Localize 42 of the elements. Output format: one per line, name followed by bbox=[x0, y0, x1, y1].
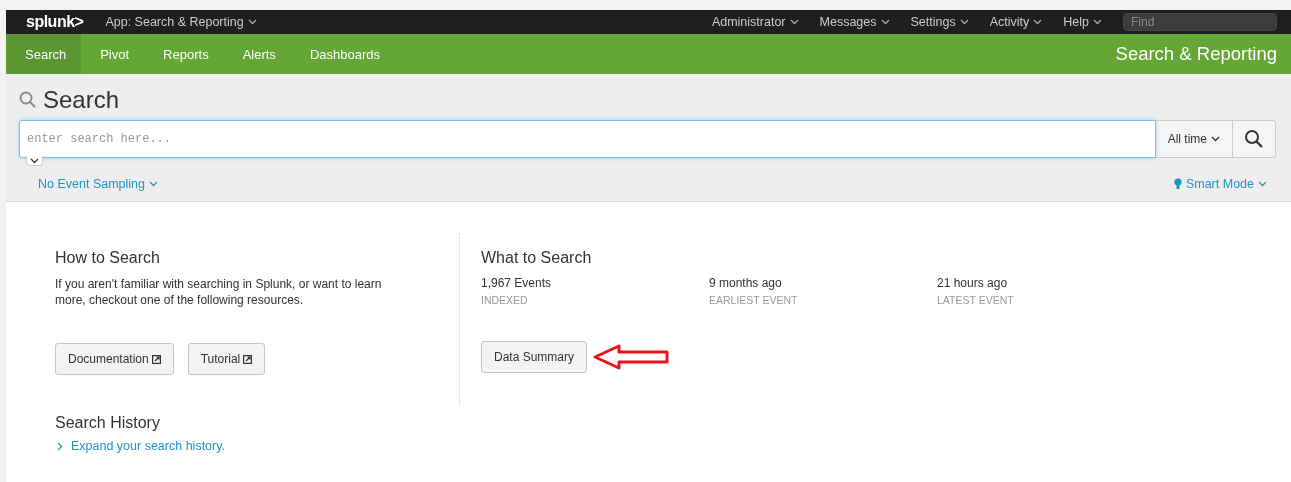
caret-icon bbox=[959, 19, 969, 25]
time-range-picker[interactable]: All time bbox=[1155, 120, 1233, 158]
history-link[interactable]: Expand your search history. bbox=[71, 439, 225, 453]
help-text: If you aren't familiar with searching in Splunk, or want to learn more, checkout one of the following resources. bbox=[55, 276, 383, 308]
search-field[interactable]: enter search here... bbox=[19, 120, 1156, 158]
page-title: Search bbox=[43, 86, 120, 114]
caret-icon bbox=[149, 181, 158, 187]
nav-tab[interactable]: Search bbox=[6, 34, 82, 74]
caret-icon bbox=[1033, 19, 1043, 25]
menu-item[interactable]: Messages bbox=[819, 15, 890, 29]
caret-icon bbox=[247, 19, 257, 25]
caret-icon bbox=[1258, 181, 1267, 187]
stat-label: LATEST EVENT bbox=[937, 294, 1015, 306]
menu-item[interactable]: Administrator bbox=[711, 15, 799, 29]
stat-value: 9 months ago bbox=[709, 276, 783, 290]
logo[interactable]: splunk> bbox=[26, 13, 84, 31]
app-menu[interactable]: App: Search & Reporting bbox=[105, 15, 257, 29]
find-field[interactable]: Find bbox=[1123, 13, 1277, 31]
search-icon bbox=[19, 91, 37, 109]
stat-label: INDEXED bbox=[481, 294, 529, 306]
menu-item[interactable]: Settings bbox=[910, 15, 969, 29]
section-title: How to Search bbox=[55, 249, 161, 267]
caret-icon bbox=[1093, 19, 1102, 25]
app-title: Search & Reporting bbox=[1115, 43, 1277, 65]
menu-item[interactable]: Help bbox=[1063, 15, 1102, 29]
caret-icon bbox=[1211, 136, 1220, 142]
stat-value: 21 hours ago bbox=[937, 276, 1009, 290]
resource-button[interactable]: Documentation bbox=[55, 343, 174, 375]
expand-toggle[interactable] bbox=[26, 156, 43, 166]
stat-value: 1,967 Events bbox=[481, 276, 553, 290]
search-button[interactable] bbox=[1233, 120, 1276, 158]
menu-item[interactable]: Activity bbox=[989, 15, 1043, 29]
data-summary-button[interactable]: Data Summary bbox=[481, 341, 588, 373]
section-title: What to Search bbox=[481, 249, 593, 267]
stat-label: EARLIEST EVENT bbox=[709, 294, 799, 306]
chevron-icon bbox=[57, 441, 63, 451]
lightbulb-icon bbox=[1173, 178, 1182, 190]
search-icon bbox=[1244, 129, 1264, 149]
caret-icon bbox=[880, 19, 890, 25]
caret-icon bbox=[789, 19, 799, 25]
section-title: Search History bbox=[55, 414, 161, 432]
resource-button[interactable]: Tutorial bbox=[187, 343, 266, 375]
